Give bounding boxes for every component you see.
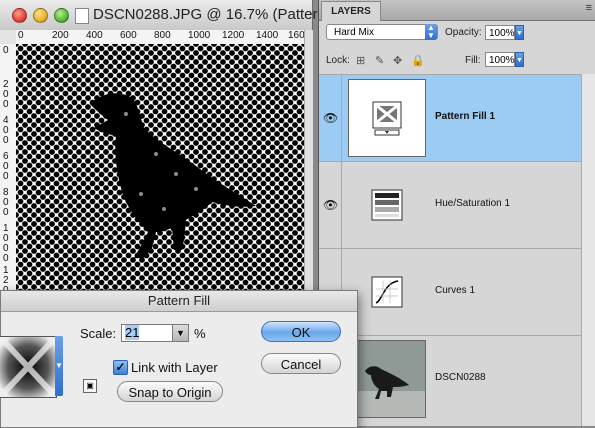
scale-unit: % <box>194 326 206 341</box>
close-window-button[interactable] <box>12 8 27 23</box>
document-icon <box>75 8 89 24</box>
ruler-label: 600 <box>120 30 137 41</box>
blend-mode-value: Hard Mix <box>334 27 375 38</box>
layer-name: DSCN0288 <box>435 372 486 383</box>
cancel-button[interactable]: Cancel <box>261 353 341 374</box>
scale-input[interactable]: 21 <box>121 324 173 342</box>
opacity-field[interactable]: 100% <box>485 25 515 40</box>
document-title: DSCN0288.JPG @ 16.7% (Patter… <box>93 6 333 23</box>
layers-tabbar: LAYERS ≡ <box>319 0 595 21</box>
blend-mode-select[interactable]: Hard Mix ▲ ▼ <box>326 24 438 40</box>
ruler-label: 160 <box>288 30 304 41</box>
pattern-preview[interactable] <box>0 336 57 398</box>
ruler-label: 800 <box>3 187 9 218</box>
opacity-dropdown-button[interactable]: ▼ <box>515 25 524 40</box>
scale-label: Scale: <box>80 326 117 341</box>
halftone-crow-image <box>16 44 304 294</box>
document-titlebar[interactable]: DSCN0288.JPG @ 16.7% (Patter… <box>0 0 333 31</box>
scale-value: 21 <box>125 325 140 340</box>
ruler-label: 800 <box>154 30 171 41</box>
lock-image-brush-icon[interactable]: ✎ <box>375 54 384 67</box>
snap-to-origin-button[interactable]: Snap to Origin <box>117 381 223 402</box>
layer-name: Curves 1 <box>435 285 476 296</box>
fill-label: Fill: <box>465 55 481 66</box>
layers-panel: LAYERS ≡ Hard Mix ▲ ▼ Opacity: 100% ▼ Loc… <box>318 0 595 426</box>
ruler-label: 0 <box>3 45 9 56</box>
hue-saturation-icon[interactable] <box>348 166 426 244</box>
tab-layers[interactable]: LAYERS <box>321 1 381 21</box>
scale-dropdown-button[interactable]: ▼ <box>172 324 189 342</box>
curves-icon[interactable] <box>348 253 426 331</box>
eye-icon: 👁 <box>323 111 339 125</box>
lock-label: Lock: <box>326 55 350 66</box>
ruler-label: 600 <box>3 151 9 182</box>
lock-all-padlock-icon[interactable]: 🔒 <box>411 54 425 67</box>
eye-icon: 👁 <box>323 198 339 212</box>
zoom-window-button[interactable] <box>54 8 69 23</box>
ruler-origin[interactable] <box>0 30 17 45</box>
pattern-fill-icon[interactable] <box>348 79 426 157</box>
ruler-label: 1000 <box>3 223 9 264</box>
dialog-title: Pattern Fill <box>1 291 357 312</box>
ruler-label: 1400 <box>256 30 279 41</box>
pattern-picker-dropdown[interactable]: ▼ <box>55 336 63 396</box>
fill-field[interactable]: 100% <box>485 52 515 67</box>
new-preset-icon[interactable]: ▣ <box>83 379 97 393</box>
horizontal-ruler[interactable]: 0 200 400 600 800 1000 1200 1400 160 <box>16 30 304 45</box>
ruler-label: 400 <box>3 115 9 146</box>
fill-dropdown-button[interactable]: ▼ <box>515 52 524 67</box>
lock-transparent-icon[interactable]: ⊞ <box>356 54 365 67</box>
link-with-layer-label[interactable]: Link with Layer <box>131 360 218 375</box>
chevron-updown-icon: ▲ ▼ <box>425 24 437 40</box>
layer-row-hue-saturation[interactable]: 👁 Hue/Saturation 1 <box>319 161 595 249</box>
pattern-fill-dialog: Pattern Fill ▼ Scale: 21 ▼ % ✓ Link with… <box>0 290 358 428</box>
ruler-label: 200 <box>52 30 69 41</box>
image-canvas[interactable] <box>16 44 304 294</box>
layer-row-pattern-fill[interactable]: 👁 Pattern Fill 1 <box>319 74 595 162</box>
panel-menu-icon[interactable]: ≡ <box>586 2 592 14</box>
lock-position-move-icon[interactable]: ✥ <box>393 54 402 67</box>
ruler-label: 1200 <box>222 30 245 41</box>
ruler-label: 0 <box>18 30 24 41</box>
layer-visibility-toggle[interactable]: 👁 <box>319 162 342 248</box>
link-with-layer-checkbox[interactable]: ✓ <box>113 360 128 375</box>
vertical-ruler[interactable]: 0 200 400 600 800 1000 1200 <box>0 44 17 294</box>
layer-row-dscn0288[interactable]: DSCN0288 <box>319 335 595 423</box>
ok-button[interactable]: OK <box>261 321 341 342</box>
photo-thumbnail[interactable] <box>348 340 426 418</box>
layer-name: Pattern Fill 1 <box>435 111 496 122</box>
ruler-label: 1000 <box>188 30 211 41</box>
layer-visibility-toggle[interactable]: 👁 <box>319 75 342 161</box>
ruler-label: 400 <box>86 30 103 41</box>
opacity-label: Opacity: <box>445 27 482 38</box>
ruler-label: 200 <box>3 79 9 110</box>
layer-row-curves[interactable]: Curves 1 <box>319 248 595 336</box>
minimize-window-button[interactable] <box>33 8 48 23</box>
document-vertical-scrollbar[interactable] <box>304 30 313 294</box>
layer-name: Hue/Saturation 1 <box>435 198 511 209</box>
layers-scrollbar[interactable] <box>581 74 595 426</box>
